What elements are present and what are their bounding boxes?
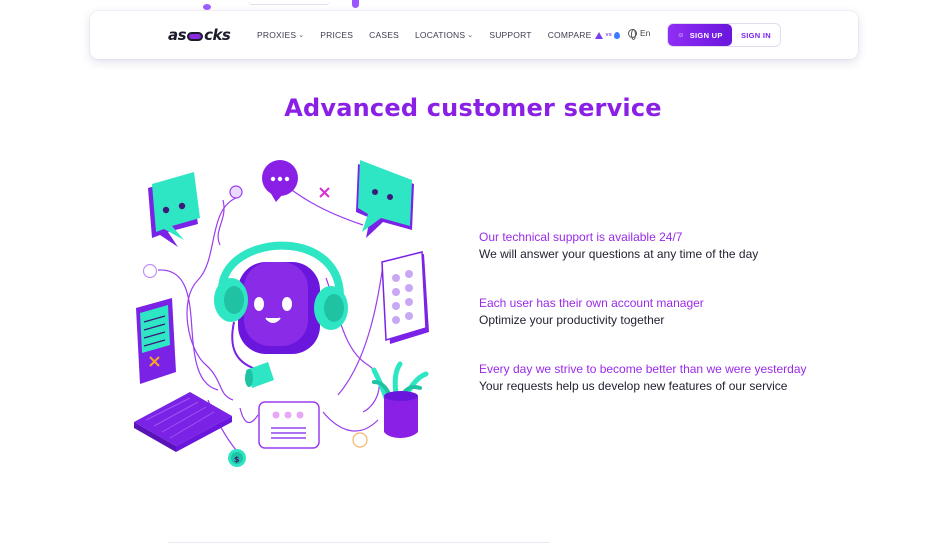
typing-bubble-icon [262, 160, 298, 202]
chat-window-icon [258, 401, 320, 449]
nav-proxies[interactable]: PROXIES ⌄ [257, 30, 304, 40]
nav-compare[interactable]: COMPARE vs [548, 30, 620, 40]
brand-logo[interactable]: as cks [168, 25, 231, 45]
sign-up-label: SIGN UP [689, 30, 723, 40]
nav-prices-label: PRICES [320, 30, 354, 40]
nav-cases-label: CASES [369, 30, 399, 40]
sign-up-button[interactable]: ☺ SIGN UP [668, 24, 732, 46]
features-list: Our technical support is available 24/7 … [479, 229, 899, 427]
user-icon: ☺ [677, 31, 685, 39]
compare-vs-label: vs [605, 32, 612, 38]
language-label: En [640, 28, 651, 38]
support-agent-character [214, 241, 348, 388]
nav-support[interactable]: SUPPORT [489, 30, 531, 40]
keypad-phone-icon [381, 251, 429, 344]
feature-item: Our technical support is available 24/7 … [479, 229, 899, 263]
chevron-down-icon: ⌄ [467, 32, 474, 39]
nav-compare-label: COMPARE [547, 30, 592, 40]
logo-text-left: as [168, 26, 187, 44]
nav-locations-label: LOCATIONS [414, 30, 466, 40]
nav-support-label: SUPPORT [489, 30, 532, 40]
left-chat-bubble-icon [148, 172, 200, 247]
coin-icon: $ [228, 449, 246, 467]
nav-locations[interactable]: LOCATIONS ⌄ [415, 30, 473, 40]
nav-cases[interactable]: CASES [369, 30, 399, 40]
decor-shape [352, 0, 359, 8]
feature-heading: Each user has their own account manager [479, 296, 704, 310]
support-illustration: $ [134, 160, 429, 467]
nav-prices[interactable]: PRICES [320, 30, 353, 40]
main-nav: PROXIES ⌄ PRICES CASES LOCATIONS ⌄ SUPPO… [257, 11, 636, 59]
top-navbar: as cks PROXIES ⌄ PRICES CASES LOCATIONS ⌄… [90, 11, 858, 59]
sign-in-label: SIGN IN [740, 30, 772, 40]
page: as cks PROXIES ⌄ PRICES CASES LOCATIONS ⌄… [0, 0, 946, 545]
right-chat-bubble-icon [356, 160, 414, 238]
feature-item: Each user has their own account manager … [479, 295, 899, 329]
logo-text-right: cks [204, 26, 231, 44]
feature-heading: Our technical support is available 24/7 [479, 230, 683, 244]
plant-icon [371, 361, 429, 438]
feature-text: Optimize your productivity together [479, 313, 665, 327]
svg-text:$: $ [234, 455, 240, 464]
feature-heading: Every day we strive to become better tha… [479, 362, 807, 376]
compare-logos: vs [595, 31, 620, 39]
chevron-down-icon: ⌄ [298, 32, 305, 39]
section-title: Advanced customer service [284, 94, 662, 122]
nav-proxies-label: PROXIES [257, 30, 297, 40]
globe-icon [628, 28, 637, 40]
drop-logo-icon [613, 31, 620, 39]
feature-text: We will answer your questions at any tim… [479, 247, 759, 261]
notes-phone-icon [136, 298, 176, 384]
sign-in-button[interactable]: SIGN IN [732, 31, 780, 40]
keyboard-icon [134, 392, 232, 452]
decor-dot [203, 4, 211, 10]
close-icon [319, 187, 330, 198]
language-selector[interactable]: En [628, 28, 651, 40]
triangle-logo-icon [595, 31, 604, 39]
feature-item: Every day we strive to become better tha… [479, 361, 899, 395]
auth-buttons: ☺ SIGN UP SIGN IN [667, 23, 781, 47]
logo-sock-icon [187, 31, 204, 41]
decor-line [248, 0, 330, 5]
feature-text: Your requests help us develop new featur… [479, 379, 788, 393]
